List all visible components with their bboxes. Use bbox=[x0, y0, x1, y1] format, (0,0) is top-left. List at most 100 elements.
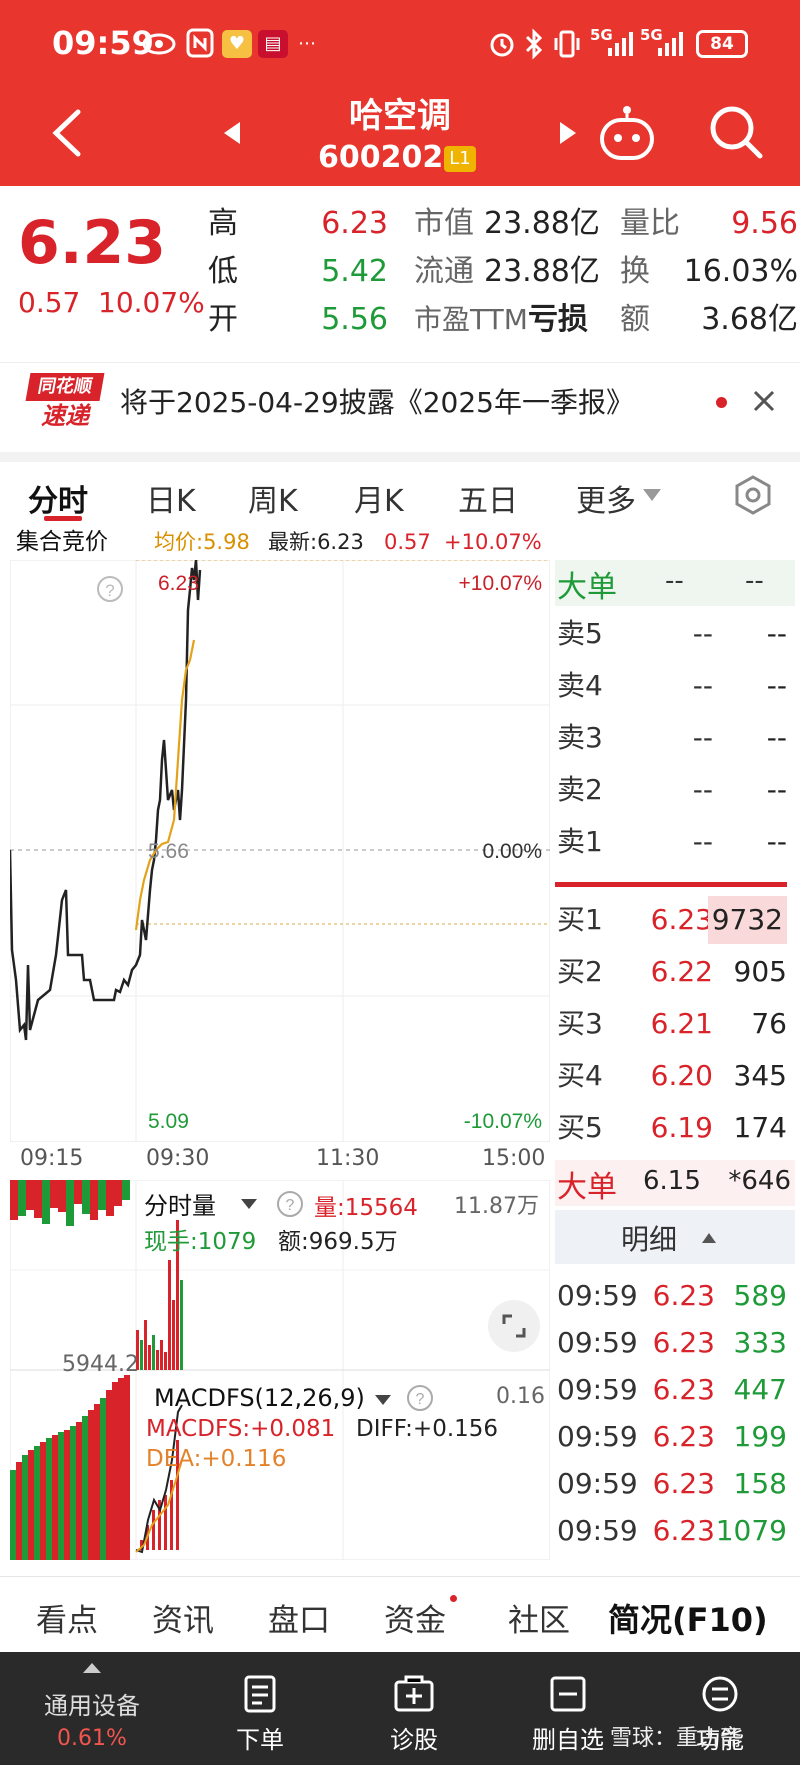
time-axis: 09:15 09:30 11:30 15:00 bbox=[10, 1146, 550, 1178]
expand-chart-button[interactable] bbox=[488, 1300, 540, 1352]
macd-selector[interactable]: MACDFS(12,26,9) bbox=[154, 1384, 365, 1412]
tab-more[interactable]: 更多 bbox=[576, 476, 636, 520]
level-badge: L1 bbox=[444, 146, 476, 172]
tick-row: 09:59 6.23 199 bbox=[555, 1413, 791, 1461]
tick-row: 09:59 6.23 589 bbox=[555, 1272, 791, 1320]
ask-volume: -- bbox=[766, 669, 787, 702]
subtab-community[interactable]: 社区 bbox=[508, 1595, 570, 1640]
info-tabs: 看点 资讯 盘口 资金 社区 简况(F10) bbox=[0, 1576, 800, 1652]
status-bar: 09:59 ♥ ▤ ⋯ 5G 5G 84 bbox=[0, 0, 800, 90]
bid-row-3[interactable]: 买3 6.21 76 bbox=[555, 1000, 791, 1048]
ask-row-4[interactable]: 卖2 -- -- bbox=[555, 766, 791, 814]
status-time: 09:59 bbox=[52, 24, 154, 62]
vol-ratio-label: 量比 bbox=[620, 206, 680, 241]
next-stock-icon[interactable] bbox=[558, 120, 578, 146]
bid-row-1[interactable]: 买1 6.23 9732 bbox=[555, 896, 791, 944]
subtab-highlights[interactable]: 看点 bbox=[36, 1595, 98, 1640]
bid-row-4[interactable]: 买4 6.20 345 bbox=[555, 1052, 791, 1100]
expand-up-icon[interactable] bbox=[82, 1662, 102, 1674]
intraday-price-chart[interactable]: 6.23 +10.07% 5.66 0.00% 5.09 -10.07% ? bbox=[10, 560, 550, 1142]
tab-daily-k[interactable]: 日K bbox=[146, 476, 196, 520]
tick-time: 09:59 bbox=[557, 1373, 638, 1406]
ask-label: 卖3 bbox=[557, 721, 603, 754]
tab-five-day[interactable]: 五日 bbox=[458, 476, 518, 520]
tick-price: 6.23 bbox=[652, 1514, 715, 1547]
ask-price: -- bbox=[692, 773, 713, 806]
macd-dropdown-icon[interactable] bbox=[374, 1394, 392, 1406]
macd-max-label: 0.16 bbox=[496, 1384, 545, 1409]
order-button[interactable]: 下单 bbox=[200, 1674, 320, 1755]
auction-label: 集合竞价 bbox=[16, 529, 108, 555]
ask-row-5[interactable]: 卖1 -- -- bbox=[555, 818, 791, 866]
book-divider bbox=[555, 882, 787, 887]
help-icon-glyph: ? bbox=[105, 581, 114, 600]
ask-label: 卖4 bbox=[557, 669, 603, 702]
ask-price: -- bbox=[692, 825, 713, 858]
tick-row: 09:59 6.23 1079 bbox=[555, 1507, 791, 1555]
notice-text[interactable]: 将于2025-04-29披露《2025年一季报》 bbox=[120, 381, 634, 421]
bid-row-2[interactable]: 买2 6.22 905 bbox=[555, 948, 791, 996]
ask-row-1[interactable]: 卖5 -- -- bbox=[555, 610, 791, 658]
robot-assistant-icon[interactable] bbox=[596, 104, 658, 162]
pe-value: 亏损 bbox=[528, 302, 588, 337]
logo-top-text: 同花顺 bbox=[25, 373, 105, 401]
bid-volume: 76 bbox=[751, 1007, 787, 1040]
ask-row-2[interactable]: 卖4 -- -- bbox=[555, 662, 791, 710]
diagnose-icon bbox=[394, 1675, 434, 1712]
tick-time: 09:59 bbox=[557, 1326, 638, 1359]
dea-value: DEA:+0.116 bbox=[146, 1446, 287, 1472]
top-pct-label: +10.07% bbox=[459, 572, 543, 595]
volume-left-value: 5944.2 bbox=[62, 1352, 139, 1377]
diff-value: DIFF:+0.156 bbox=[356, 1416, 499, 1442]
macd-help-icon[interactable]: ? bbox=[406, 1384, 434, 1412]
turnover-value: 16.03% bbox=[683, 254, 798, 289]
detail-label: 明细 bbox=[621, 1223, 678, 1256]
high-value: 6.23 bbox=[321, 206, 388, 241]
ask-volume: -- bbox=[766, 825, 787, 858]
mktcap-label: 市值 bbox=[414, 206, 474, 241]
settings-label[interactable]: 通用设备 bbox=[30, 1686, 154, 1721]
diagnose-button[interactable]: 诊股 bbox=[354, 1674, 474, 1755]
settings-hexagon-icon[interactable] bbox=[732, 474, 774, 516]
volume-selector[interactable]: 分时量 bbox=[144, 1186, 216, 1221]
nfc-icon bbox=[186, 28, 214, 58]
expand-icon bbox=[502, 1314, 526, 1338]
tab-intraday[interactable]: 分时 bbox=[28, 476, 88, 520]
volume-help-icon[interactable]: ? bbox=[276, 1190, 304, 1218]
tick-price: 6.23 bbox=[652, 1279, 715, 1312]
bid-row-5[interactable]: 买5 6.19 174 bbox=[555, 1104, 791, 1152]
current-hand-label: 现手:1079 bbox=[144, 1229, 257, 1255]
tab-monthly-k[interactable]: 月K bbox=[354, 476, 404, 520]
logo-bottom-text: 速递 bbox=[41, 402, 89, 430]
big-order-vol-bottom: *646 bbox=[728, 1166, 791, 1196]
ask-row-3[interactable]: 卖3 -- -- bbox=[555, 714, 791, 762]
notice-bar[interactable]: 同花顺 速递 将于2025-04-29披露《2025年一季报》 bbox=[0, 362, 800, 440]
prev-stock-icon[interactable] bbox=[222, 120, 242, 146]
search-icon[interactable] bbox=[708, 104, 764, 160]
subtab-funds[interactable]: 资金 bbox=[384, 1595, 446, 1640]
chart-change: 0.57 bbox=[384, 530, 431, 554]
bid-price: 6.19 bbox=[650, 1111, 713, 1144]
turnover-label: 换 bbox=[620, 254, 650, 289]
close-icon[interactable] bbox=[752, 389, 776, 413]
back-arrow-icon[interactable] bbox=[50, 108, 84, 158]
subtab-orderbook[interactable]: 盘口 bbox=[268, 1595, 330, 1640]
tick-time: 09:59 bbox=[557, 1279, 638, 1312]
bid-label: 买3 bbox=[557, 1007, 603, 1040]
tick-time: 09:59 bbox=[557, 1514, 638, 1547]
ask-price: -- bbox=[692, 669, 713, 702]
tonghuashun-express-logo: 同花顺 速递 bbox=[25, 373, 105, 433]
subtab-news[interactable]: 资讯 bbox=[152, 1595, 214, 1640]
volume-dropdown-icon[interactable] bbox=[240, 1198, 258, 1210]
detail-toggle[interactable]: 明细 bbox=[555, 1210, 795, 1264]
big-order-bottom: 大单 6.15 *646 bbox=[555, 1160, 795, 1206]
tick-time: 09:59 bbox=[557, 1467, 638, 1500]
ask-price: -- bbox=[692, 721, 713, 754]
bid-price: 6.22 bbox=[650, 955, 713, 988]
remove-watchlist-icon bbox=[550, 1676, 586, 1712]
tab-weekly-k[interactable]: 周K bbox=[248, 476, 298, 520]
funds-unread-dot bbox=[450, 1595, 457, 1602]
tick-row: 09:59 6.23 447 bbox=[555, 1366, 791, 1414]
subtab-profile-f10[interactable]: 简况(F10) bbox=[608, 1595, 768, 1641]
mid-pct-label: 0.00% bbox=[482, 840, 542, 863]
